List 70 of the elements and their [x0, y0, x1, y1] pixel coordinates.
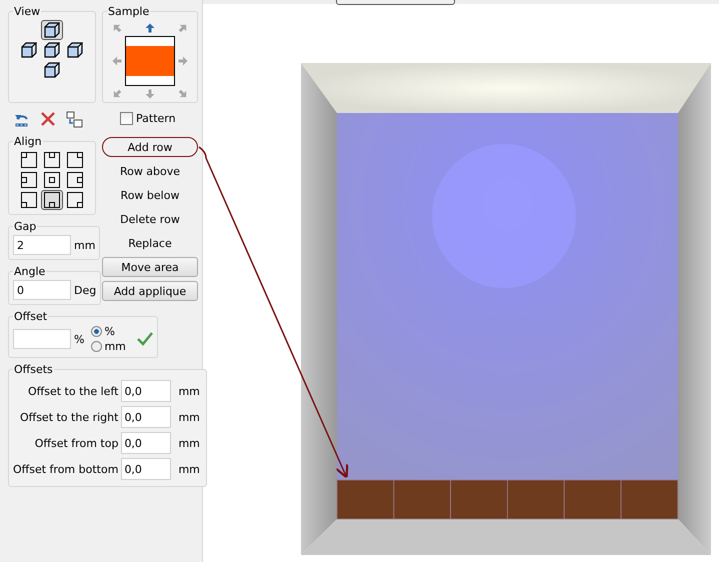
unit-label: mm [74, 238, 96, 252]
align-position-icon [67, 152, 83, 168]
unit-radio[interactable]: mm [91, 340, 126, 353]
action-button[interactable]: Move area [102, 257, 198, 277]
action-button[interactable]: Add applique [102, 281, 198, 301]
group-title: Offset [13, 310, 48, 323]
align-position-icon [44, 152, 60, 168]
group-title: Offsets [13, 363, 54, 376]
unit-label: mm [177, 462, 201, 476]
checkbox-label: Pattern [136, 112, 176, 124]
group-title: View [13, 5, 42, 18]
action-button[interactable]: Add row [102, 137, 198, 157]
offset-field[interactable]: 0,0 [121, 406, 172, 428]
group-title: Align [13, 135, 43, 148]
action-button[interactable]: Row below [102, 185, 198, 205]
cube-icon [44, 42, 60, 58]
align-position-icon [44, 172, 60, 188]
unit-label: mm [177, 410, 201, 424]
checkmark-icon[interactable] [136, 332, 153, 346]
radio-icon[interactable] [91, 326, 102, 337]
align-button[interactable] [41, 150, 63, 170]
delete-icon[interactable] [40, 111, 56, 127]
sample-fill [126, 46, 174, 76]
align-position-icon [44, 192, 60, 208]
radio-icon[interactable] [91, 341, 102, 352]
offset-label: Offset from bottom [13, 462, 118, 476]
align-position-icon [21, 152, 37, 168]
view-cube-button[interactable] [41, 20, 63, 40]
align-button[interactable] [41, 170, 63, 190]
offset-field[interactable]: 0,0 [121, 432, 172, 454]
arrow-icon[interactable] [144, 22, 156, 34]
align-button[interactable] [41, 190, 63, 210]
radio-label: % [104, 325, 115, 338]
align-button[interactable] [18, 150, 40, 170]
align-position-icon [21, 172, 37, 188]
offset-label: Offset from top [34, 436, 118, 450]
cube-icon [67, 42, 83, 58]
align-button[interactable] [18, 190, 40, 210]
offset-field[interactable] [13, 329, 71, 349]
align-button[interactable] [64, 190, 86, 210]
group-title: Gap [13, 220, 38, 233]
action-button[interactable]: Replace [102, 233, 198, 253]
unit-radio[interactable]: % [91, 325, 126, 338]
align-button[interactable] [64, 150, 86, 170]
radio-label: mm [104, 340, 126, 353]
group-title: Angle [13, 265, 46, 278]
unit-label: % [74, 332, 84, 346]
action-button[interactable]: Row above [102, 161, 198, 181]
cube-icon [44, 62, 60, 78]
unit-label: Deg [74, 284, 96, 296]
offset-field[interactable]: 0,0 [121, 458, 172, 480]
unit-label: mm [177, 436, 201, 450]
align-position-icon [21, 192, 37, 208]
group-title: Sample [107, 5, 150, 18]
cube-icon [21, 42, 37, 58]
pattern-checkbox[interactable]: Pattern [102, 107, 198, 129]
checkbox-icon[interactable] [120, 112, 133, 124]
gap-field[interactable]: 2 [13, 235, 71, 255]
offset-label: Offset to the left [28, 384, 118, 398]
align-position-icon [67, 192, 83, 208]
swap-icon[interactable] [66, 110, 83, 128]
angle-field[interactable]: 0 [13, 280, 71, 300]
unit-label: mm [177, 384, 201, 398]
action-button[interactable]: Delete row [102, 209, 198, 229]
cube-icon [44, 22, 60, 38]
align-button[interactable] [18, 170, 40, 190]
offset-label: Offset to the right [20, 410, 118, 424]
align-button[interactable] [64, 170, 86, 190]
align-position-icon [67, 172, 83, 188]
offset-field[interactable]: 0,0 [121, 380, 172, 402]
